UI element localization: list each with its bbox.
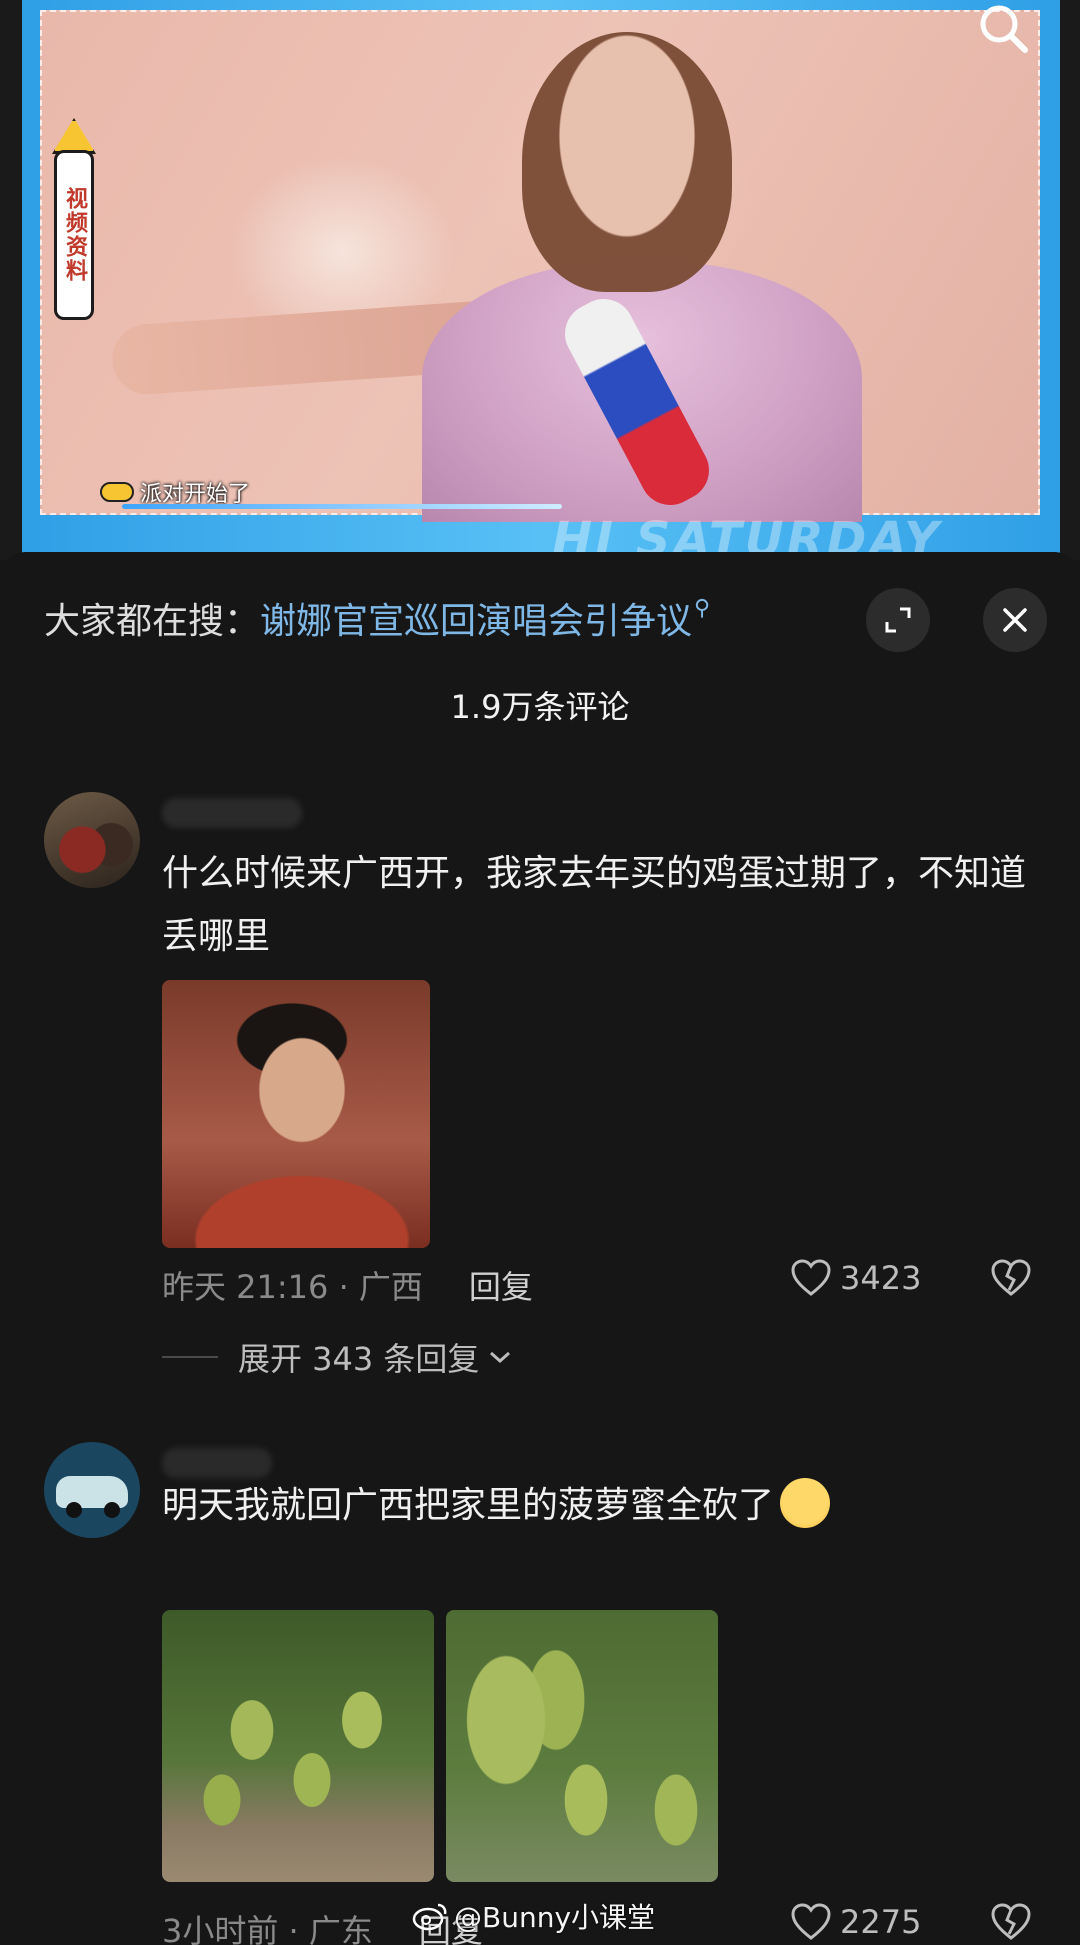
like-button[interactable]: 2275	[790, 1902, 921, 1942]
comment-text: 明天我就回广西把家里的菠萝蜜全砍了	[162, 1474, 1042, 1537]
close-icon	[1003, 608, 1027, 632]
source-watermark: @Bunny小课堂	[412, 1896, 655, 1936]
video-player[interactable]: 视频资料 派对开始了 HI SATURDAY	[0, 0, 1080, 560]
heart-icon	[791, 1259, 831, 1296]
dislike-button[interactable]	[990, 1258, 1032, 1302]
avatar-wheel	[66, 1502, 82, 1518]
side-tag: 视频资料	[54, 150, 94, 320]
video-watermark: HI SATURDAY	[552, 512, 942, 555]
hot-search[interactable]: 大家都在搜： 谢娜官宣巡回演唱会引争议 ⚲	[44, 592, 710, 644]
search-small-icon: ⚲	[694, 595, 711, 621]
expand-icon	[885, 607, 911, 633]
dislike-button[interactable]	[990, 1902, 1032, 1945]
broken-heart-icon	[991, 1259, 1031, 1296]
comment-image[interactable]	[446, 1610, 718, 1882]
reply-button[interactable]: 回复	[469, 1262, 533, 1308]
comment-image[interactable]	[162, 1610, 434, 1882]
like-count: 3423	[840, 1259, 922, 1297]
comment-text: 什么时候来广西开，我家去年买的鸡蛋过期了，不知道丢哪里	[162, 853, 1027, 957]
source-watermark-text: @Bunny小课堂	[454, 1901, 656, 1934]
flushed-face-emoji-icon	[780, 1478, 831, 1528]
chevron-down-icon	[490, 1351, 511, 1364]
expand-replies-label: 展开 343 条回复	[238, 1340, 480, 1378]
broken-heart-icon	[991, 1903, 1031, 1940]
like-button[interactable]: 3423	[790, 1258, 921, 1298]
avatar[interactable]	[44, 1442, 140, 1538]
expand-button[interactable]	[866, 588, 930, 652]
comment-time-location: 昨天 21:16 · 广西	[162, 1268, 423, 1306]
video-singer-head	[522, 32, 732, 292]
comment-image[interactable]	[162, 980, 430, 1248]
expand-replies[interactable]: 展开 343 条回复	[162, 1334, 513, 1380]
hot-search-link[interactable]: 谢娜官宣巡回演唱会引争议	[260, 592, 692, 644]
heart-icon	[791, 1903, 831, 1940]
video-content	[40, 10, 1040, 522]
avatar[interactable]	[44, 792, 140, 888]
weibo-logo-icon	[412, 1903, 447, 1931]
video-frame: 视频资料 派对开始了 HI SATURDAY	[22, 0, 1060, 555]
expand-divider	[162, 1356, 218, 1358]
search-icon[interactable]	[975, 2, 1031, 58]
comment-panel: 大家都在搜： 谢娜官宣巡回演唱会引争议 ⚲ 1.9万条评论 什么时候来广西开，我…	[0, 552, 1080, 1945]
comment-time-location: 3小时前 · 广东	[162, 1912, 373, 1945]
comment-text-body: 明天我就回广西把家里的菠萝蜜全砍了	[162, 1485, 775, 1526]
hot-search-prefix: 大家都在搜：	[44, 601, 261, 642]
username-blurred[interactable]	[162, 798, 302, 828]
caption-badge-icon	[100, 482, 134, 502]
close-button[interactable]	[983, 588, 1047, 652]
caption-underline	[122, 504, 562, 509]
comment-count: 1.9万条评论	[450, 688, 630, 726]
avatar-wheel	[104, 1502, 120, 1518]
comment-meta: 昨天 21:16 · 广西 回复	[162, 1262, 533, 1308]
like-count: 2275	[840, 1903, 922, 1941]
